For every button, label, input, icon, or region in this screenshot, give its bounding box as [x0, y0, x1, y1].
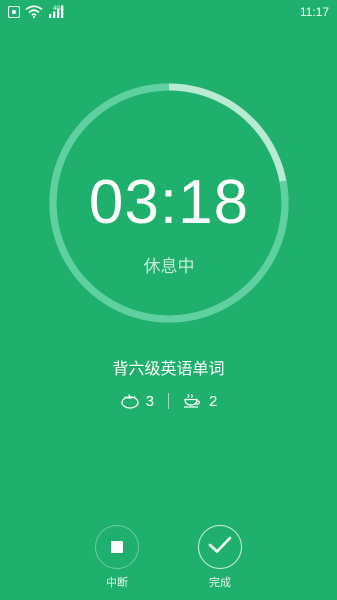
status-icons: 4G	[8, 3, 64, 22]
task-title: 背六级英语单词	[112, 359, 225, 378]
timer-state-label: 休息中	[143, 257, 195, 277]
done-label: 完成	[209, 576, 231, 589]
wifi-icon	[25, 3, 43, 22]
stats-divider	[168, 393, 169, 409]
stop-button[interactable]	[95, 525, 139, 569]
countdown-display: 03:18	[88, 168, 250, 237]
break-count-value: 2	[209, 392, 218, 410]
task-stats: 3 2	[0, 390, 337, 412]
stop-icon	[111, 541, 123, 553]
status-bar: 4G 11:17	[0, 0, 337, 24]
done-control[interactable]: 完成	[190, 525, 250, 590]
tomato-icon	[120, 393, 140, 409]
app-notification-icon	[8, 6, 20, 18]
coffee-cup-icon	[183, 393, 203, 409]
checkmark-icon	[208, 536, 232, 558]
tomato-count: 3	[120, 393, 154, 410]
tomato-count-value: 3	[145, 392, 154, 410]
break-count: 2	[183, 393, 217, 410]
clock: 11:17	[299, 5, 329, 19]
stop-control[interactable]: 中断	[87, 525, 147, 590]
timer-ring: 03:18 休息中	[49, 83, 289, 323]
stop-label: 中断	[106, 576, 128, 589]
network-type-label: 4G	[53, 6, 62, 12]
done-button[interactable]	[198, 525, 242, 569]
